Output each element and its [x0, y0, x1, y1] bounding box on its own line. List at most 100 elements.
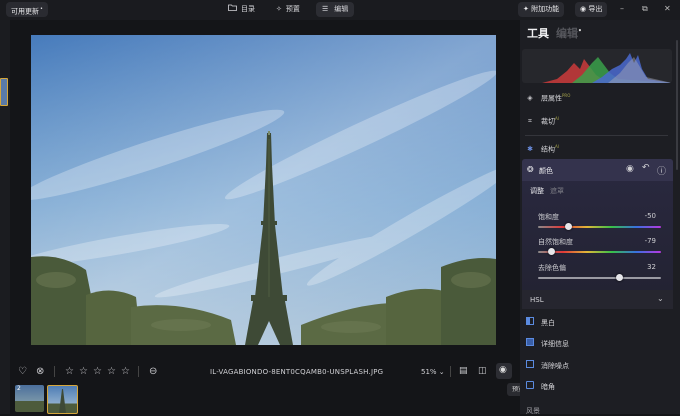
panel-scrollbar[interactable] [676, 40, 678, 170]
file-name: IL-VAGABIONDO-8ENT0CQAMB0-UNSPLASH.JPG [210, 368, 384, 376]
update-available-button[interactable]: 可用更新• [6, 2, 48, 17]
section-label: 结构 [541, 145, 555, 154]
close-icon[interactable]: ✕ [664, 4, 671, 13]
structure-icon: ✱ [527, 145, 533, 154]
divider [525, 135, 668, 136]
filmstrip: 2 [10, 383, 520, 414]
addons-label: 附加功能 [531, 5, 560, 13]
star-5-icon[interactable]: ☆ [121, 366, 130, 377]
filmstrip-thumbnail-selected[interactable] [47, 385, 78, 414]
eiffel-tower-photo [31, 35, 496, 345]
export-label: 导出 [588, 5, 603, 13]
update-label: 可用更新 [11, 7, 39, 16]
edit-dot-icon: • [578, 27, 582, 35]
panel-title-tools[interactable]: 工具 [527, 25, 549, 41]
bottom-toolbar: ♡ ⊗ ☆ ☆ ☆ ☆ ☆ ⊖ IL-VAGABIONDO-8ENT0CQAMB… [10, 358, 520, 386]
hsl-row[interactable]: HSL ⌄ [522, 290, 673, 309]
vignette-icon [525, 381, 535, 391]
zoom-value: 51% [421, 368, 437, 376]
detail-icon [525, 338, 535, 348]
preview-button[interactable]: ◉ [496, 363, 512, 379]
section-tag: AI [555, 144, 559, 149]
zoom-level[interactable]: 51% ⌄ [421, 368, 445, 376]
folder-icon [228, 2, 237, 17]
photo-canvas[interactable] [31, 35, 496, 345]
hsl-label: HSL [530, 296, 544, 304]
tool-label: 暗角 [541, 383, 555, 391]
tool-label: 消除噪点 [541, 362, 569, 370]
restore-icon[interactable]: ⧉ [642, 4, 648, 14]
color-section-label: 颜色 [539, 167, 553, 175]
star-3-icon[interactable]: ☆ [93, 366, 102, 377]
saturation-knob[interactable] [565, 223, 573, 230]
section-label: 层属性 [541, 94, 562, 103]
addons-button[interactable]: ✦ 附加功能 [518, 2, 565, 17]
panel-title-edit-label: 编辑 [556, 27, 578, 40]
top-bar: 可用更新• 目录 ✧ 预置 ☰ 编辑 ✦ 附加功能 ◉ 导出 – ⧉ ✕ [0, 0, 680, 20]
stack-count-badge: 2 [17, 385, 21, 392]
tab-edit-label: 编辑 [334, 5, 349, 13]
tab-presets[interactable]: ✧ 预置 [270, 2, 306, 17]
tab-catalog-label: 目录 [241, 5, 255, 13]
tool-details[interactable]: 详细信息 [525, 338, 569, 349]
export-button[interactable]: ◉ 导出 [575, 2, 608, 17]
split-view-icon[interactable]: ◫ [478, 366, 487, 376]
sparkle-icon: ✧ [276, 5, 282, 13]
reject-icon[interactable]: ⊗ [36, 366, 44, 377]
vibrance-slider[interactable] [538, 251, 661, 253]
update-dot-icon: • [40, 6, 43, 12]
bw-icon [525, 317, 535, 327]
divider [54, 366, 55, 377]
tab-mask[interactable]: 遮罩 [550, 186, 564, 196]
eye-icon: ◉ [499, 365, 507, 375]
filmstrip-thumbnail[interactable]: 2 [15, 385, 44, 412]
section-structure[interactable]: ✱ 结构AI [525, 144, 559, 154]
saturation-label: 饱和度 [538, 213, 559, 221]
tab-catalog[interactable]: 目录 [222, 2, 261, 17]
remove-cast-knob[interactable] [615, 274, 623, 281]
section-layer-properties[interactable]: ◈ 层属性PRO [525, 93, 570, 103]
tool-vignette[interactable]: 暗角 [525, 381, 555, 392]
heart-icon[interactable]: ♡ [18, 366, 27, 377]
histogram-graph [542, 53, 672, 83]
tab-edit[interactable]: ☰ 编辑 [316, 2, 355, 17]
crop-icon: ⌗ [528, 117, 532, 126]
section-crop[interactable]: ⌗ 裁切AI [525, 116, 559, 126]
compare-icon[interactable]: ▤ [459, 366, 468, 376]
star-4-icon[interactable]: ☆ [107, 366, 116, 377]
vibrance-knob[interactable] [548, 248, 556, 255]
sidebar-thumbnail[interactable] [0, 78, 8, 106]
remove-cast-slider[interactable] [538, 277, 661, 279]
section-tag: PRO [562, 93, 571, 98]
tool-black-white[interactable]: 黑白 [525, 317, 555, 328]
divider [450, 366, 451, 377]
minimize-icon[interactable]: – [620, 4, 624, 13]
panel-title-edit[interactable]: 编辑• [556, 25, 582, 41]
denoise-icon [525, 360, 535, 370]
layers-icon: ◈ [527, 94, 533, 103]
star-2-icon[interactable]: ☆ [79, 366, 88, 377]
vibrance-label: 自然饱和度 [538, 238, 573, 246]
plus-sparkle-icon: ✦ [523, 5, 529, 13]
star-1-icon[interactable]: ☆ [65, 366, 74, 377]
remove-cast-label: 去除色偏 [538, 264, 566, 272]
eye-toggle-icon[interactable]: ◉ [626, 164, 634, 174]
tab-adjust[interactable]: 调整 [530, 186, 544, 196]
undo-icon[interactable]: ↶ [642, 163, 650, 173]
tool-label: 黑白 [541, 319, 555, 327]
divider [138, 366, 139, 377]
tab-presets-label: 预置 [285, 5, 300, 13]
histogram [522, 49, 672, 83]
left-sidebar [0, 20, 10, 414]
landscape-section-label[interactable]: 风景 [526, 406, 540, 416]
more-options-icon[interactable]: ⊖ [149, 366, 157, 377]
saturation-value: -50 [644, 212, 656, 220]
info-icon[interactable]: ⓘ [657, 164, 666, 177]
color-section: ❂ 颜色 ◉ ↶ ⓘ 调整 遮罩 饱和度 -50 自然饱和度 -79 去除色偏 … [522, 159, 673, 309]
chevron-down-icon: ⌄ [657, 294, 664, 303]
tools-panel: 工具 编辑• ◈ 层属性PRO ⌗ 裁切AI ✱ 结构AI ❂ 颜色 ◉ ↶ ⓘ 调整… [520, 20, 680, 416]
saturation-slider[interactable] [538, 226, 661, 228]
section-label: 裁切 [541, 117, 555, 126]
section-tag: AI [555, 116, 559, 121]
tool-denoise[interactable]: 消除噪点 [525, 360, 569, 371]
